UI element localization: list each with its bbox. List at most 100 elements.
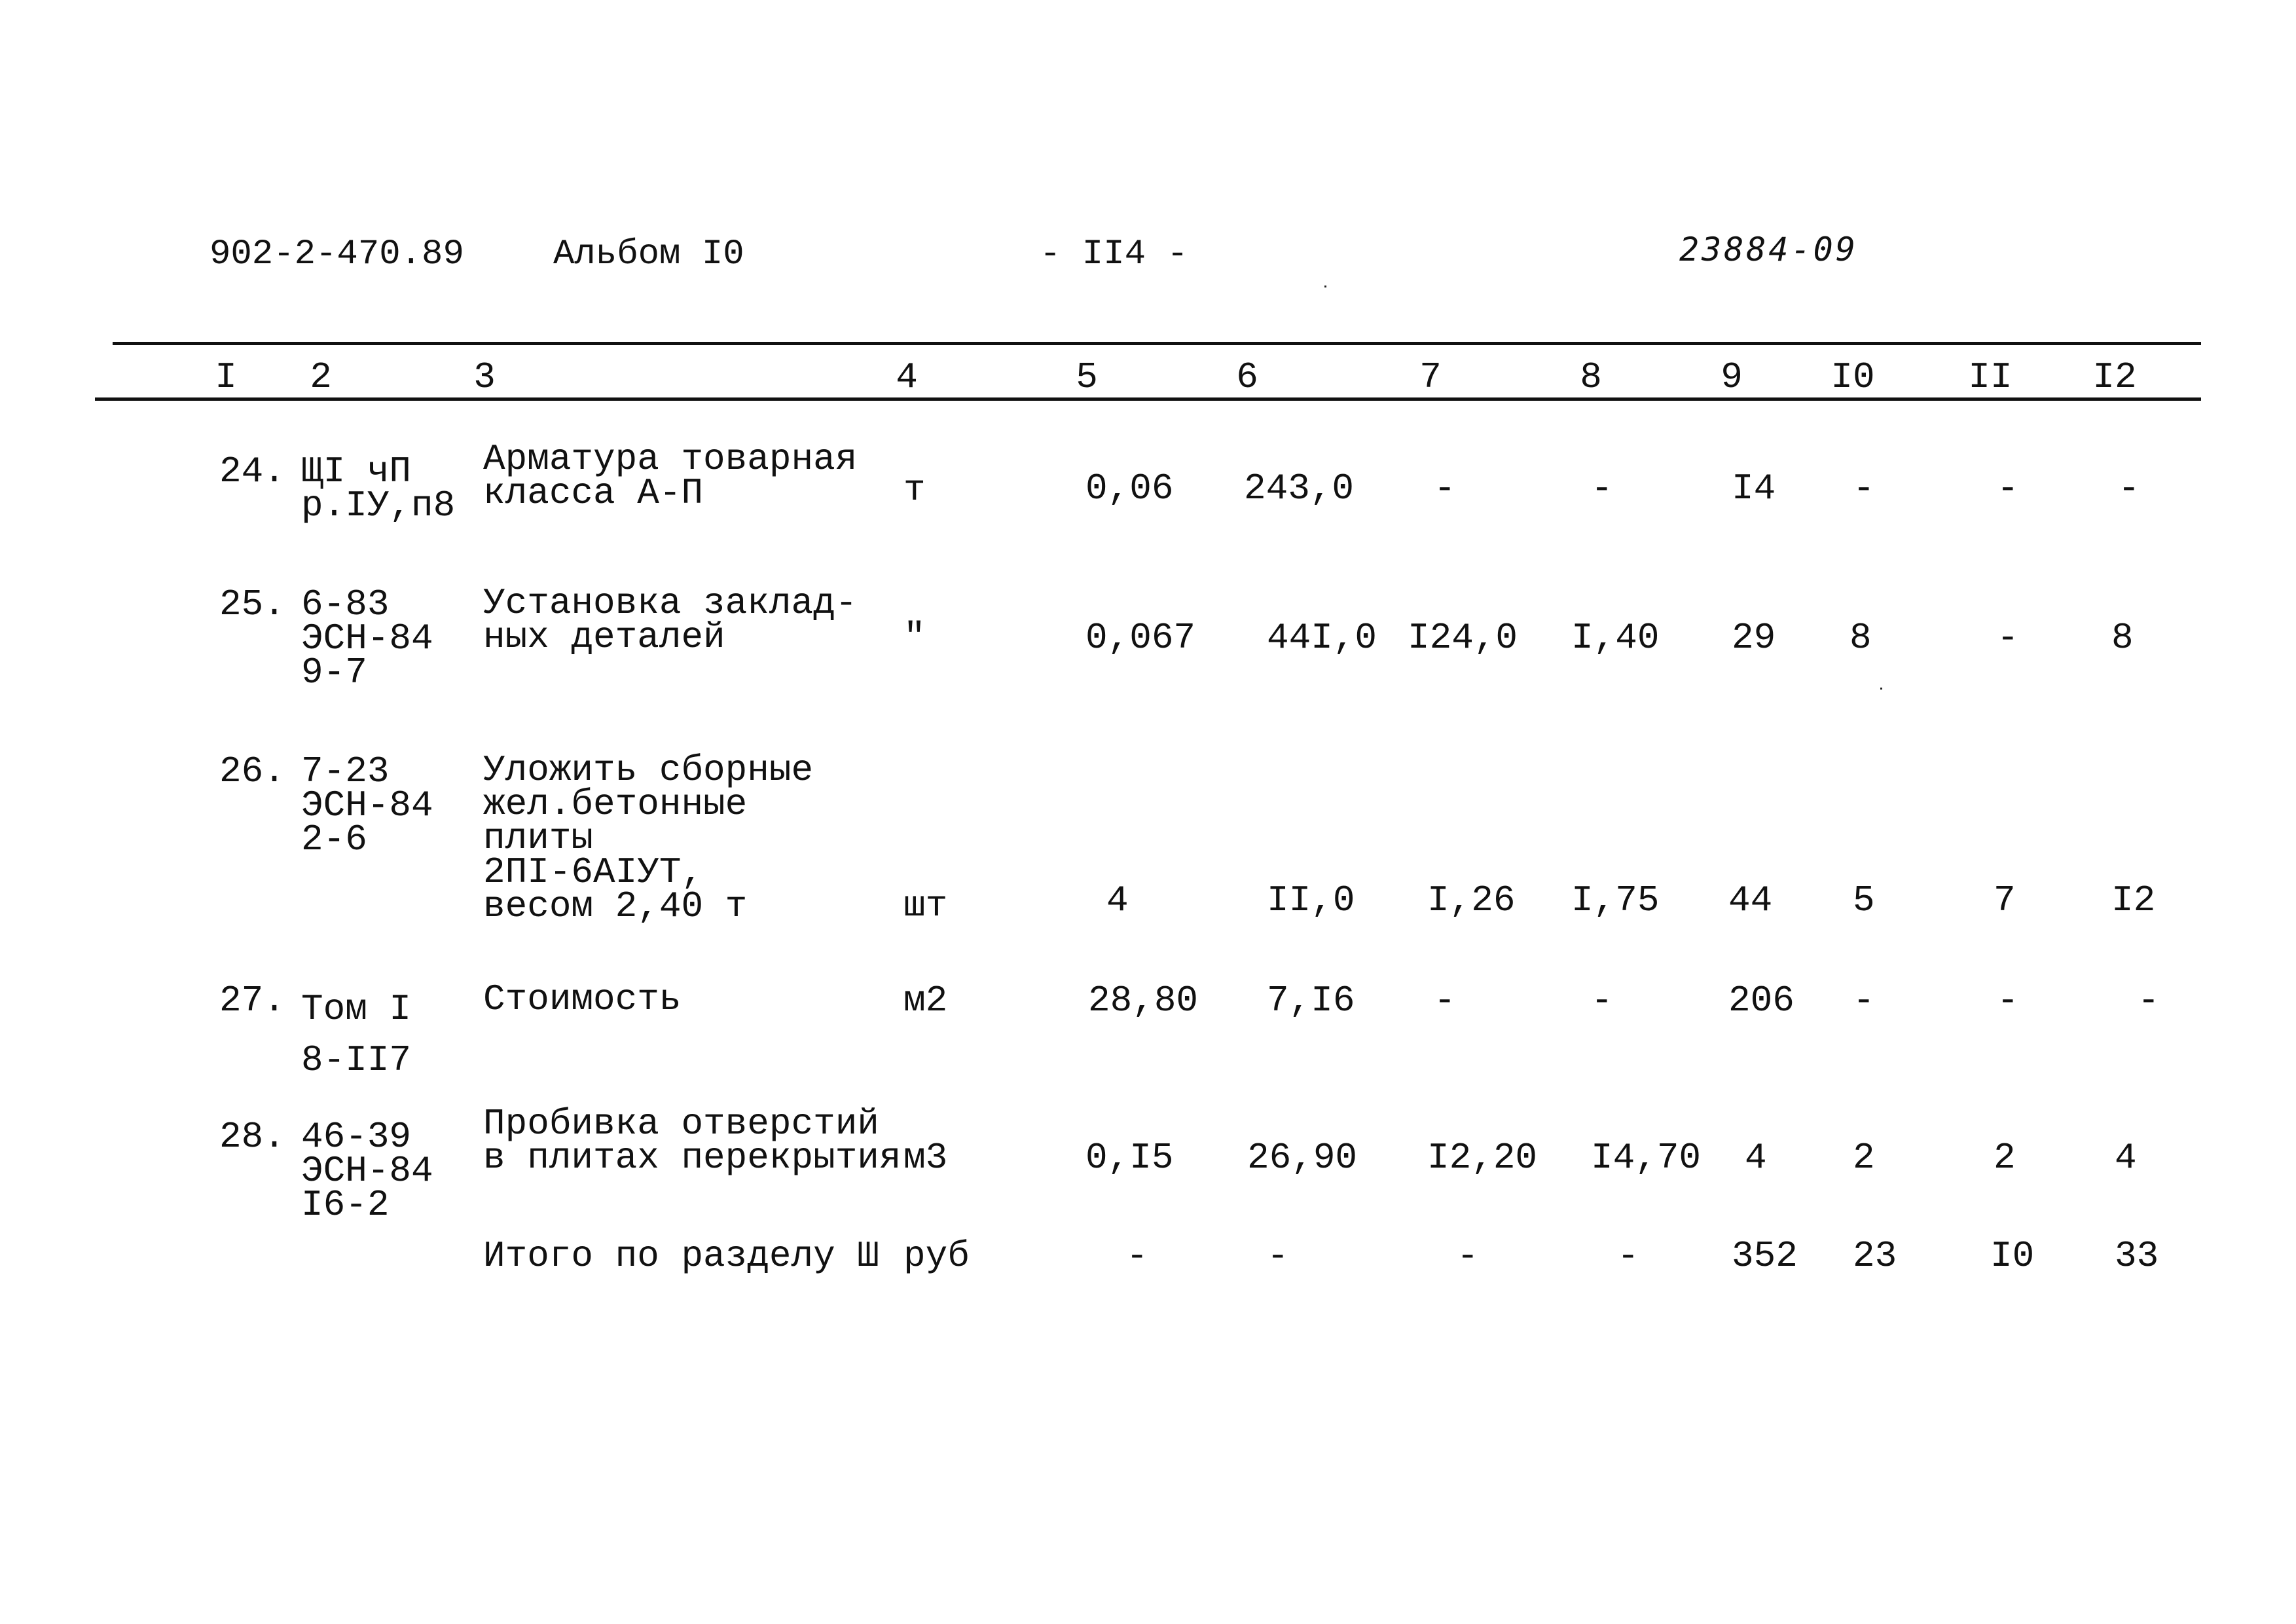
description-line: Уложить сборные [483, 749, 814, 791]
value-col-10: - [1853, 468, 1875, 509]
value-col-11: - [1997, 980, 2019, 1022]
reference-code: Том I 8-II7 [301, 984, 411, 1086]
value-col-12: 4 [2115, 1137, 2137, 1179]
row-number: 28. [219, 1116, 285, 1158]
value-col-7: - [1434, 468, 1456, 509]
value-col-11: 7 [1994, 879, 2016, 921]
description-line: жел.бетонные [483, 783, 748, 825]
value-col-8: I4,70 [1591, 1137, 1702, 1179]
value-col-5: 0,I5 [1085, 1137, 1174, 1179]
value-col-5: 0,067 [1085, 617, 1196, 659]
value-col-8: I,75 [1571, 879, 1660, 921]
reference-line: ЭСН-84 [301, 618, 433, 659]
value-col-8: - [1591, 468, 1613, 509]
value-col-6: 243,0 [1244, 468, 1355, 509]
column-number: 9 [1721, 356, 1743, 398]
reference-line: ЭСН-84 [301, 1150, 433, 1192]
value-col-8: - [1591, 980, 1613, 1022]
value-col-10: 2 [1853, 1137, 1875, 1179]
column-number: I2 [2092, 356, 2137, 398]
unit: шт [903, 885, 948, 927]
total-value-col-6: - [1267, 1235, 1289, 1277]
value-col-7: I2,20 [1427, 1137, 1538, 1179]
reference-line: 6-83 [301, 583, 390, 625]
reference-line: ЩI чП [301, 451, 412, 492]
reference-line: Том I [301, 988, 412, 1030]
column-number: 5 [1076, 356, 1098, 398]
reference-code: ЩI чП р.IУ,п8 [301, 451, 456, 526]
value-col-6: 26,90 [1247, 1137, 1358, 1179]
table-header-rule [95, 397, 2201, 401]
total-label: Итого по разделу Ш [483, 1235, 879, 1277]
unit: м2 [903, 980, 948, 1022]
value-col-10: 5 [1853, 879, 1875, 921]
value-col-7: - [1434, 980, 1456, 1022]
description-line: класса А-П [483, 472, 704, 514]
column-number: I [215, 356, 237, 398]
value-col-5: 0,06 [1085, 468, 1174, 509]
speck [1324, 286, 1326, 287]
value-col-11: - [1997, 617, 2019, 659]
description-line: в плитах перекрытия [483, 1137, 902, 1179]
total-value-col-5: - [1126, 1235, 1148, 1277]
row-number: 25. [219, 583, 285, 625]
value-col-7: I24,0 [1408, 617, 1518, 659]
value-col-7: I,26 [1427, 879, 1516, 921]
value-col-12: - [2118, 468, 2140, 509]
value-col-12: - [2138, 980, 2160, 1022]
speck [1880, 688, 1882, 690]
value-col-11: 2 [1994, 1137, 2016, 1179]
total-unit: руб [903, 1235, 970, 1277]
document-code: 902-2-470.89 [210, 234, 464, 274]
reference-line: р.IУ,п8 [301, 485, 456, 526]
reference-line: 2-6 [301, 819, 367, 860]
value-col-9: 29 [1732, 617, 1776, 659]
value-col-6: II,0 [1267, 879, 1355, 921]
album-label: Альбом I0 [553, 234, 744, 274]
value-col-5: 4 [1106, 879, 1129, 921]
value-col-9: 4 [1745, 1137, 1767, 1179]
description-line: весом 2,40 т [483, 885, 748, 927]
page-number: - II4 - [1040, 234, 1188, 274]
value-col-12: I2 [2111, 879, 2156, 921]
total-value-col-7: - [1457, 1235, 1479, 1277]
value-col-6: 7,I6 [1267, 980, 1355, 1022]
reference-code: 46-39 ЭСН-84 I6-2 [301, 1118, 433, 1226]
column-number: II [1968, 356, 2013, 398]
value-col-6: 44I,0 [1267, 617, 1377, 659]
column-number: 2 [310, 356, 332, 398]
reference-line: 9-7 [301, 652, 367, 693]
column-number: 7 [1419, 356, 1442, 398]
description-line: Пробивка отверстий [483, 1103, 879, 1145]
description-line: Стоимость [483, 978, 682, 1020]
value-col-5: 28,80 [1088, 980, 1199, 1022]
value-col-9: 206 [1728, 980, 1795, 1022]
value-col-10: - [1853, 980, 1875, 1022]
total-value-col-12: 33 [2115, 1235, 2159, 1277]
reference-code: 7-23 ЭСН-84 2-6 [301, 753, 433, 860]
column-number: I0 [1831, 356, 1875, 398]
total-value-col-8: - [1617, 1235, 1639, 1277]
inventory-stamp: 23884-09 [1679, 231, 1858, 268]
value-col-10: 8 [1850, 617, 1872, 659]
description-line: 2ПI-6АIУТ, [483, 851, 704, 893]
unit: м3 [903, 1137, 948, 1179]
work-description: Стоимость [483, 978, 682, 1020]
column-number: 4 [896, 356, 918, 398]
column-number: 8 [1580, 356, 1602, 398]
value-col-11: - [1997, 468, 2019, 509]
reference-line: 8-II7 [301, 1039, 412, 1081]
work-description: Арматура товарная класса А-П [483, 441, 857, 514]
total-value-col-10: 23 [1853, 1235, 1897, 1277]
value-col-8: I,40 [1571, 617, 1660, 659]
work-description: Пробивка отверстий в плитах перекрытия [483, 1103, 902, 1179]
total-value-col-9: 352 [1732, 1235, 1798, 1277]
reference-line: ЭСН-84 [301, 784, 433, 826]
description-line: плиты [483, 817, 594, 859]
reference-code: 6-83 ЭСН-84 9-7 [301, 583, 433, 693]
row-number: 24. [219, 451, 285, 492]
column-number: 3 [473, 356, 496, 398]
unit: " [903, 616, 926, 658]
reference-line: I6-2 [301, 1184, 390, 1226]
description-line: Установка заклад- [483, 582, 858, 624]
